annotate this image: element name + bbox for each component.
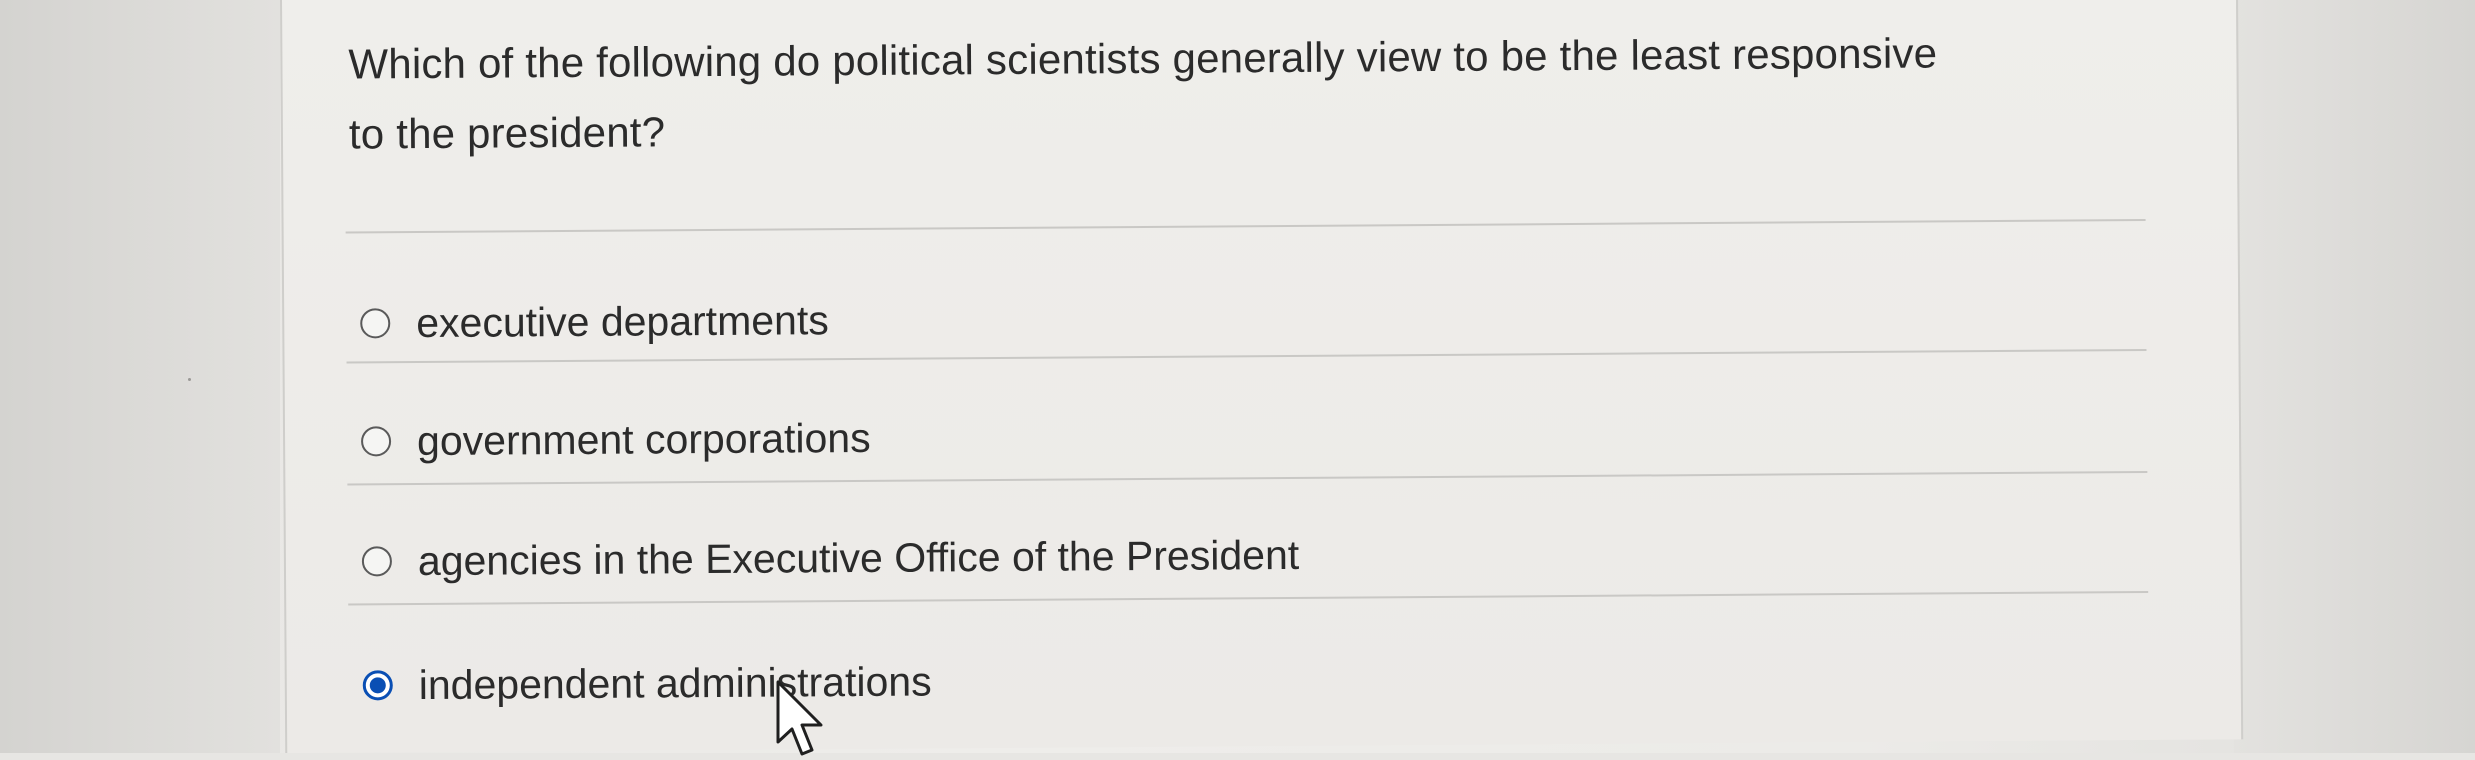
option-government-corporations[interactable]: government corporations <box>360 408 871 472</box>
mouse-pointer-icon <box>776 680 823 756</box>
photo-background: Which of the following do political scie… <box>0 0 2475 756</box>
screen-speck <box>188 378 191 381</box>
radio-button[interactable] <box>360 308 391 339</box>
divider <box>348 590 2149 606</box>
question-line-2: to the president? <box>348 108 666 158</box>
right-page-margin <box>2234 0 2475 753</box>
option-executive-departments[interactable]: executive departments <box>360 290 829 353</box>
radio-selected-dot <box>369 677 386 694</box>
option-label[interactable]: independent administrations <box>419 658 932 709</box>
radio-button-selected[interactable] <box>362 670 393 701</box>
option-independent-administrations[interactable]: independent administrations <box>362 651 932 715</box>
option-label[interactable]: agencies in the Executive Office of the … <box>418 531 1300 584</box>
option-label[interactable]: government corporations <box>417 414 871 464</box>
divider <box>347 470 2148 486</box>
option-executive-office-agencies[interactable]: agencies in the Executive Office of the … <box>361 525 1300 592</box>
radio-button[interactable] <box>360 426 392 457</box>
left-page-margin <box>0 0 280 753</box>
question-card: Which of the following do political scie… <box>280 0 2244 753</box>
radio-button[interactable] <box>361 546 393 577</box>
option-label[interactable]: executive departments <box>416 297 829 347</box>
question-text: Which of the following do political scie… <box>348 17 2169 170</box>
question-line-1: Which of the following do political scie… <box>348 29 1938 88</box>
divider-top <box>345 218 2146 234</box>
